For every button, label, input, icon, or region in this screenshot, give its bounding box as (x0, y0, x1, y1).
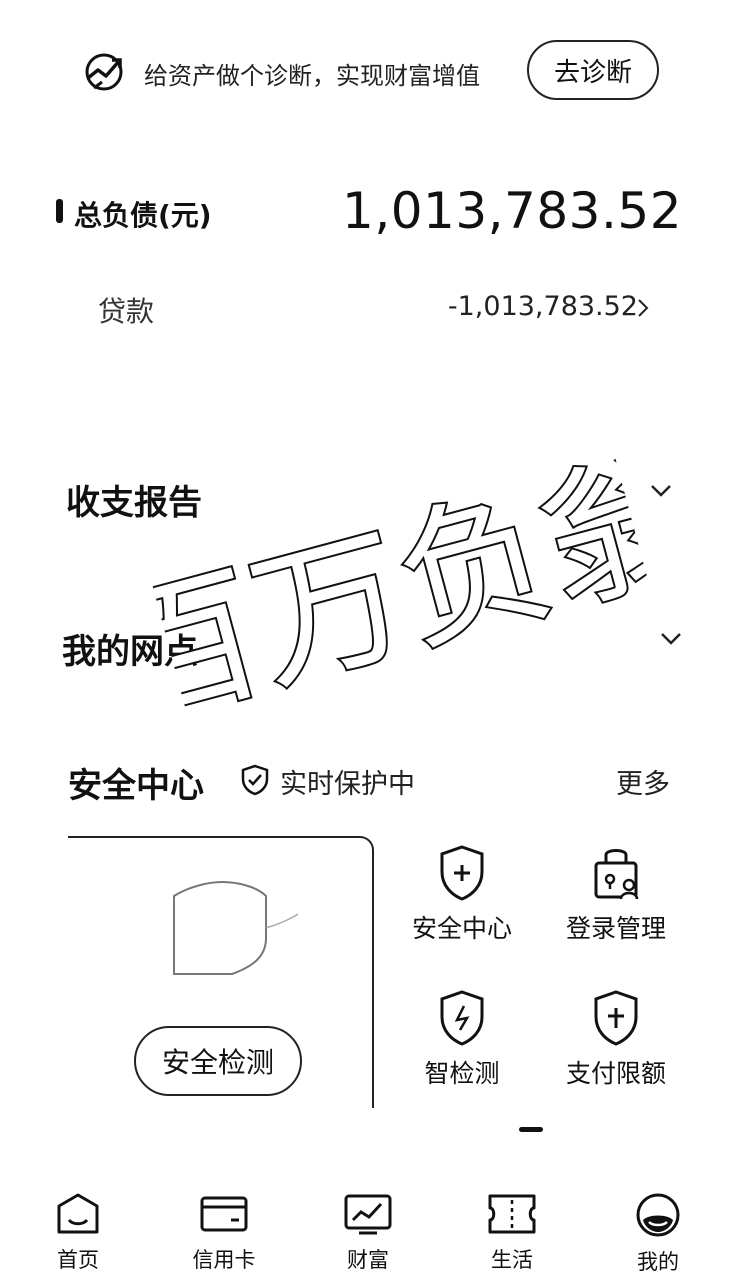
shield-limit-icon (594, 990, 638, 1046)
smart-check-label: 智检测 (424, 1059, 500, 1088)
credit-card-icon (200, 1196, 248, 1232)
page-indicator (519, 1127, 543, 1132)
shield-icon (173, 880, 299, 975)
payment-limit-item[interactable]: 支付限额 (541, 990, 691, 1090)
tab-mine[interactable]: 我的 (598, 1192, 718, 1276)
home-icon (57, 1193, 99, 1234)
loan-value[interactable]: -1,013,783.52 (448, 291, 638, 322)
tab-life[interactable]: 生活 (452, 1192, 572, 1274)
security-check-button[interactable]: 安全检测 (134, 1026, 302, 1096)
tab-home[interactable]: 首页 (18, 1192, 138, 1274)
chevron-right-icon[interactable] (636, 296, 650, 320)
login-management-label: 登录管理 (565, 914, 666, 943)
security-center-label: 安全中心 (411, 914, 512, 943)
smart-check-item[interactable]: 智检测 (387, 990, 537, 1090)
svg-text:百万负翁: 百万负翁 (129, 429, 670, 752)
total-debt-label: 总负债(元) (74, 199, 212, 232)
diagnosis-chart-icon (85, 53, 123, 91)
protection-status: 实时保护中 (280, 769, 415, 800)
more-link[interactable]: 更多 (616, 762, 670, 801)
lock-user-icon (594, 849, 639, 900)
profile-icon (636, 1193, 680, 1237)
diagnosis-promo-text: 给资产做个诊断，实现财富增值 (144, 62, 480, 90)
security-center-title: 安全中心 (68, 766, 204, 806)
tab-home-label: 首页 (57, 1248, 99, 1272)
tab-credit-card-label: 信用卡 (192, 1248, 256, 1272)
security-center-item[interactable]: 安全中心 (387, 845, 537, 945)
tab-mine-label: 我的 (637, 1250, 679, 1274)
chevron-down-icon[interactable] (650, 484, 672, 498)
watermark-text: 百万负翁 (129, 427, 670, 754)
wealth-chart-icon (344, 1194, 392, 1235)
tab-credit-card[interactable]: 信用卡 (164, 1192, 284, 1274)
shield-plus-icon (440, 845, 484, 901)
tab-wealth-label: 财富 (347, 1248, 389, 1272)
total-debt-value: 1,013,783.52 (342, 182, 682, 240)
shield-check-icon (440, 990, 484, 1046)
loan-label[interactable]: 贷款 (98, 290, 154, 330)
tab-life-label: 生活 (491, 1248, 533, 1272)
login-management-item[interactable]: 登录管理 (541, 845, 691, 945)
ticket-icon (488, 1194, 536, 1234)
tab-wealth[interactable]: 财富 (308, 1192, 428, 1274)
debt-marker (56, 199, 63, 223)
payment-limit-label: 支付限额 (565, 1059, 666, 1088)
go-diagnose-button[interactable]: 去诊断 (527, 40, 659, 100)
